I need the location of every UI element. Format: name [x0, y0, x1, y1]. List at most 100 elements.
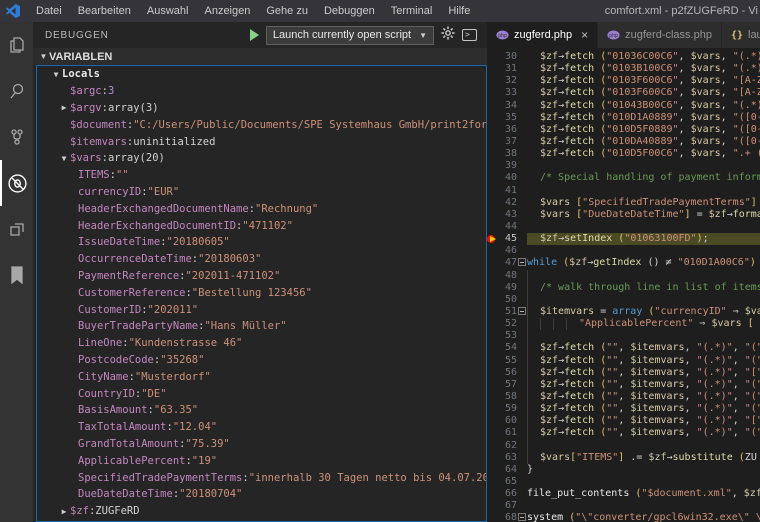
- variable-row[interactable]: HeaderExchangedDocumentName: "Rechnung": [37, 200, 486, 217]
- glyph-margin[interactable]: [487, 415, 497, 427]
- variable-row[interactable]: LineOne: "Kundenstrasse 46": [37, 335, 486, 352]
- glyph-margin[interactable]: [487, 355, 497, 367]
- line-number[interactable]: 47: [497, 257, 517, 269]
- variable-row[interactable]: CustomerID: "202011": [37, 301, 486, 318]
- line-number[interactable]: 68: [497, 512, 517, 522]
- line-number[interactable]: 65: [497, 476, 517, 488]
- glyph-margin[interactable]: [487, 306, 497, 318]
- menu-item-bearbeiten[interactable]: Bearbeiten: [70, 0, 139, 22]
- variable-row[interactable]: HeaderExchangedDocumentID: "471102": [37, 217, 486, 234]
- line-number[interactable]: 62: [497, 440, 517, 452]
- variable-row[interactable]: $argc: 3: [37, 83, 486, 100]
- variable-row[interactable]: ▼Locals: [37, 66, 486, 83]
- line-number[interactable]: 63: [497, 452, 517, 464]
- glyph-margin[interactable]: [487, 257, 497, 269]
- code-line[interactable]: 67: [487, 500, 760, 512]
- glyph-margin[interactable]: [487, 185, 497, 197]
- variable-row[interactable]: PaymentReference: "202011-471102": [37, 268, 486, 285]
- glyph-margin[interactable]: [487, 476, 497, 488]
- line-number[interactable]: 54: [497, 342, 517, 354]
- variables-section-header[interactable]: ▼ VARIABLEN: [33, 48, 487, 65]
- code-line[interactable]: 62: [487, 440, 760, 452]
- code-line[interactable]: 46: [487, 245, 760, 257]
- code-line[interactable]: 43$vars ["DueDateDateTime"] = $zf→format…: [487, 209, 760, 221]
- variable-row[interactable]: GrandTotalAmount: "75.39": [37, 436, 486, 453]
- line-number[interactable]: 37: [497, 136, 517, 148]
- variable-row[interactable]: SpecifiedTradePaymentTerms: "innerhalb 3…: [37, 469, 486, 486]
- line-number[interactable]: 56: [497, 367, 517, 379]
- code-line[interactable]: 60$zf→fetch ("", $itemvars, "(.*)", "[": [487, 415, 760, 427]
- line-number[interactable]: 46: [497, 245, 517, 257]
- line-number[interactable]: 39: [497, 160, 517, 172]
- code-line[interactable]: 61$zf→fetch ("", $itemvars, "(.*)", "(": [487, 427, 760, 439]
- code-line[interactable]: 64}: [487, 464, 760, 476]
- menu-item-terminal[interactable]: Terminal: [383, 0, 441, 22]
- line-number[interactable]: 31: [497, 63, 517, 75]
- line-number[interactable]: 50: [497, 294, 517, 306]
- code-line[interactable]: 41: [487, 185, 760, 197]
- glyph-margin[interactable]: [487, 282, 497, 294]
- line-number[interactable]: 38: [497, 148, 517, 160]
- variable-row[interactable]: $document: "C:/Users/Public/Documents/SP…: [37, 116, 486, 133]
- close-icon[interactable]: ×: [581, 28, 588, 42]
- code-line[interactable]: 65: [487, 476, 760, 488]
- glyph-margin[interactable]: [487, 427, 497, 439]
- line-number[interactable]: 36: [497, 124, 517, 136]
- variable-row[interactable]: BasisAmount: "63.35": [37, 402, 486, 419]
- line-number[interactable]: 51: [497, 306, 517, 318]
- debug-current-line-icon[interactable]: [487, 233, 497, 245]
- glyph-margin[interactable]: [487, 391, 497, 403]
- variable-row[interactable]: CustomerReference: "Bestellung 123456": [37, 284, 486, 301]
- line-number[interactable]: 45: [497, 233, 517, 245]
- code-line[interactable]: 45$zf→setIndex ("01063100FD");: [487, 233, 760, 245]
- line-number[interactable]: 35: [497, 112, 517, 124]
- line-number[interactable]: 41: [497, 185, 517, 197]
- glyph-margin[interactable]: [487, 75, 497, 87]
- line-number[interactable]: 48: [497, 270, 517, 282]
- line-number[interactable]: 64: [497, 464, 517, 476]
- line-number[interactable]: 40: [497, 172, 517, 184]
- glyph-margin[interactable]: [487, 136, 497, 148]
- line-number[interactable]: 61: [497, 427, 517, 439]
- code-line[interactable]: 66file_put_contents ("$document.xml", $z…: [487, 488, 760, 500]
- glyph-margin[interactable]: [487, 440, 497, 452]
- glyph-margin[interactable]: [487, 512, 497, 522]
- line-number[interactable]: 58: [497, 391, 517, 403]
- variable-row[interactable]: ▼$vars: array(20): [37, 150, 486, 167]
- tree-twistie-icon[interactable]: ▶: [58, 103, 70, 112]
- menu-item-datei[interactable]: Datei: [28, 0, 70, 22]
- code-line[interactable]: 53: [487, 330, 760, 342]
- glyph-margin[interactable]: [487, 245, 497, 257]
- code-line[interactable]: 47while ($zf→getIndex () ≠ "010D1A00C6"): [487, 257, 760, 269]
- variable-row[interactable]: currencyID: "EUR": [37, 184, 486, 201]
- code-line[interactable]: 55$zf→fetch ("", $itemvars, "(.*)", "(": [487, 355, 760, 367]
- glyph-margin[interactable]: [487, 403, 497, 415]
- code-line[interactable]: 56$zf→fetch ("", $itemvars, "(.*)", "[": [487, 367, 760, 379]
- code-line[interactable]: 42$vars ["SpecifiedTradePaymentTerms"] =…: [487, 197, 760, 209]
- code-line[interactable]: 30$zf→fetch ("01036C00C6", $vars, "(.*)"…: [487, 51, 760, 63]
- code-line[interactable]: 51$itemvars = array ("currencyID" ⇒ $var…: [487, 306, 760, 318]
- search-icon[interactable]: [0, 68, 33, 114]
- editor-tab-zugferd-class-php[interactable]: phpzugferd-class.php: [598, 22, 722, 48]
- line-number[interactable]: 55: [497, 355, 517, 367]
- debug-console-icon[interactable]: >: [462, 29, 477, 41]
- start-debug-button[interactable]: [250, 29, 259, 41]
- tree-twistie-icon[interactable]: ▼: [50, 70, 62, 79]
- fold-icon[interactable]: [517, 306, 527, 318]
- code-editor[interactable]: 30$zf→fetch ("01036C00C6", $vars, "(.*)"…: [487, 48, 760, 522]
- menu-item-gehe-zu[interactable]: Gehe zu: [258, 0, 316, 22]
- glyph-margin[interactable]: [487, 221, 497, 233]
- code-line[interactable]: 63$vars["ITEMS"] .= $zf→substitute (ZU: [487, 452, 760, 464]
- debug-icon[interactable]: [0, 160, 33, 206]
- glyph-margin[interactable]: [487, 330, 497, 342]
- glyph-margin[interactable]: [487, 112, 497, 124]
- code-line[interactable]: 44: [487, 221, 760, 233]
- glyph-margin[interactable]: [487, 270, 497, 282]
- line-number[interactable]: 42: [497, 197, 517, 209]
- variable-row[interactable]: ApplicablePercent: "19": [37, 452, 486, 469]
- code-line[interactable]: 58$zf→fetch ("", $itemvars, "(.*)", "(": [487, 391, 760, 403]
- code-line[interactable]: 36$zf→fetch ("010D5F0889", $vars, "([0-9…: [487, 124, 760, 136]
- line-number[interactable]: 33: [497, 87, 517, 99]
- glyph-margin[interactable]: [487, 148, 497, 160]
- line-number[interactable]: 59: [497, 403, 517, 415]
